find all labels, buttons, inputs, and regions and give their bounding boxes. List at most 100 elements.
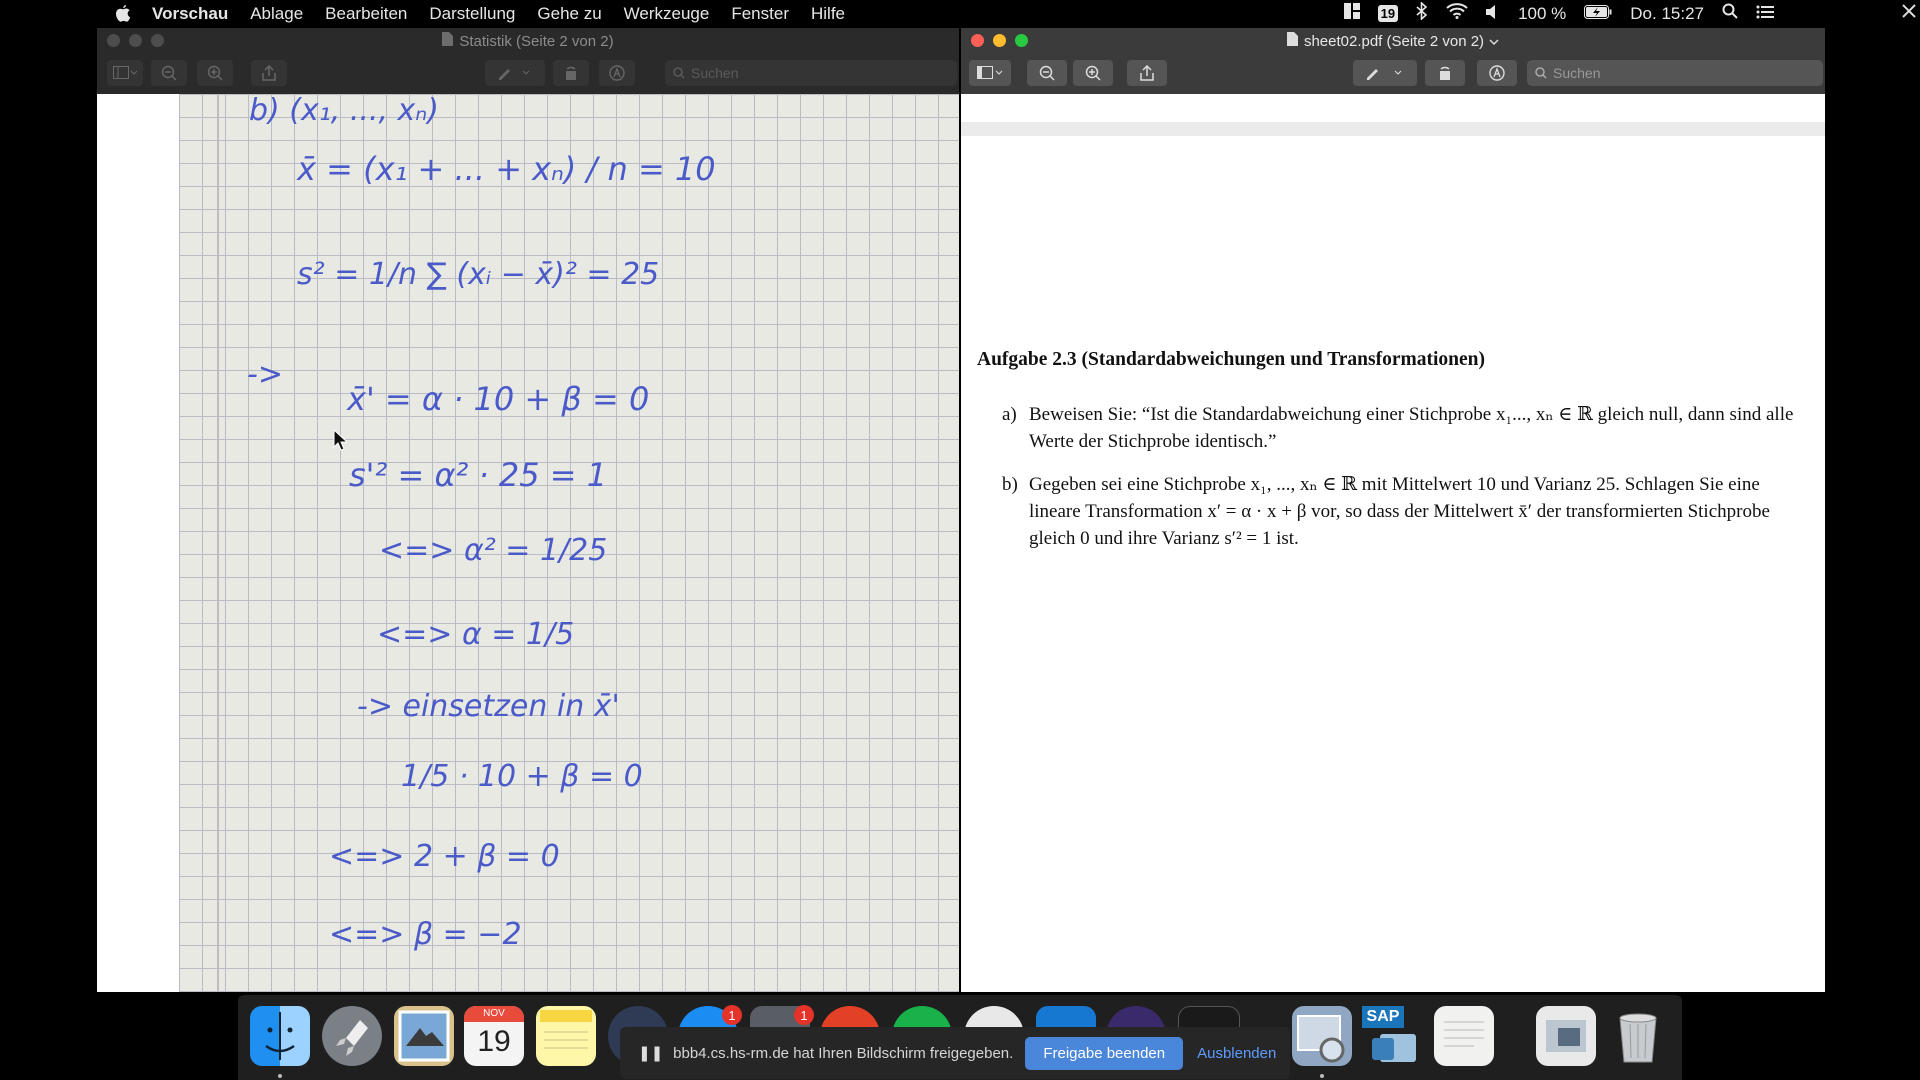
- share-button[interactable]: [1127, 60, 1167, 86]
- menu-ablage[interactable]: Ablage: [239, 4, 314, 24]
- window-title[interactable]: sheet02.pdf (Seite 2 von 2): [1304, 33, 1484, 50]
- part-text: Gegeben sei eine Stichprobe x₁, ..., xₙ …: [1029, 474, 1770, 549]
- search-icon: [673, 67, 685, 79]
- hw-line-9: -> einsetzen in x̄': [357, 689, 620, 724]
- calendar-day: 19: [477, 1025, 511, 1058]
- task-part-a: a) Beweisen Sie: “Ist die Standardabweic…: [1002, 401, 1797, 455]
- wifi-icon[interactable]: [1446, 3, 1468, 24]
- menu-app-name[interactable]: Vorschau: [141, 4, 239, 24]
- hw-line-6: s'² = α² · 25 = 1: [349, 456, 607, 494]
- handwritten-solution: b) (x₁, ..., xₙ) x̄ = (x₁ + ... + xₙ) / …: [247, 94, 716, 952]
- hw-line-4: ->: [247, 357, 283, 392]
- menu-werkzeuge[interactable]: Werkzeuge: [613, 4, 721, 24]
- notification-center-icon[interactable]: [1756, 4, 1774, 24]
- pdf-document-icon: [1286, 32, 1298, 50]
- hw-line-11: <=> 2 + β = 0: [329, 839, 560, 874]
- part-text: Beweisen Sie: “Ist die Standardabweichun…: [1029, 404, 1794, 452]
- document-view[interactable]: b) (x₁, ..., xₙ) x̄ = (x₁ + ... + xₙ) / …: [97, 94, 959, 992]
- task-part-b: b) Gegeben sei eine Stichprobe x₁, ..., …: [1002, 471, 1797, 552]
- image-viewer-icon[interactable]: [1292, 1006, 1352, 1066]
- part-label: a): [1002, 404, 1017, 425]
- apple-menu-icon[interactable]: [105, 4, 141, 23]
- calendar-month: NOV: [464, 1006, 524, 1022]
- minimize-button[interactable]: [993, 34, 1006, 47]
- spotlight-search-icon[interactable]: [1722, 3, 1738, 24]
- search-placeholder: Suchen: [1553, 65, 1601, 81]
- hw-line-7: <=> α² = 1/25: [379, 533, 607, 568]
- hw-line-8: <=> α = 1/5: [377, 617, 574, 652]
- sidebar-toggle-button[interactable]: [969, 60, 1011, 86]
- chevron-down-icon[interactable]: [1489, 33, 1499, 50]
- zoom-out-button[interactable]: [1027, 60, 1067, 86]
- zoom-in-button[interactable]: [1073, 60, 1113, 86]
- markup-toolbar-button[interactable]: [599, 60, 635, 86]
- rotate-button[interactable]: [553, 60, 589, 86]
- hw-line-12: <=> β = −2: [329, 917, 522, 952]
- search-placeholder: Suchen: [691, 65, 739, 81]
- pause-icon[interactable]: ❚❚: [638, 1044, 663, 1062]
- notes-icon[interactable]: [536, 1006, 596, 1066]
- downloads-stack-icon[interactable]: [1536, 1006, 1596, 1066]
- battery-percentage[interactable]: 100 %: [1518, 4, 1566, 24]
- close-button[interactable]: [971, 34, 984, 47]
- finder-icon[interactable]: [250, 1006, 310, 1066]
- menu-hilfe[interactable]: Hilfe: [800, 4, 856, 24]
- document-icon: [442, 32, 454, 50]
- search-icon: [1535, 67, 1547, 79]
- preview-window-statistik: Statistik (Seite 2 von 2) Suchen b) (x₁,…: [97, 28, 959, 992]
- markup-toolbar-button[interactable]: [1477, 60, 1517, 86]
- battery-charging-icon[interactable]: [1584, 4, 1612, 24]
- preview-window-sheet02: sheet02.pdf (Seite 2 von 2) Suchen Aufga…: [961, 28, 1825, 992]
- hw-line-3: s² = 1/n ∑ (xᵢ − x̄)² = 25: [297, 257, 659, 292]
- markup-pen-button[interactable]: [1353, 60, 1417, 86]
- zoom-button[interactable]: [151, 34, 164, 47]
- bluetooth-icon[interactable]: [1416, 1, 1428, 25]
- minimize-button[interactable]: [129, 34, 142, 47]
- mail-badge: 1: [722, 1005, 742, 1025]
- screen-share-banner: ❚❚ bbb4.cs.hs-rm.de hat Ihren Bildschirm…: [620, 1027, 1290, 1079]
- app-badge: 1: [794, 1005, 814, 1025]
- page-separator: [961, 122, 1825, 136]
- calendar-status-badge[interactable]: 19: [1377, 5, 1399, 22]
- rotate-button[interactable]: [1425, 60, 1465, 86]
- stop-sharing-button[interactable]: Freigabe beenden: [1025, 1036, 1184, 1070]
- menu-fenster[interactable]: Fenster: [720, 4, 800, 24]
- hide-banner-button[interactable]: Ausblenden: [1197, 1045, 1276, 1062]
- search-field[interactable]: Suchen: [1527, 60, 1823, 86]
- calendar-icon[interactable]: NOV 19: [464, 1006, 524, 1066]
- task-title: Aufgabe 2.3 (Standardabweichungen und Tr…: [977, 349, 1485, 370]
- launchpad-rocket-icon[interactable]: [322, 1006, 382, 1066]
- hw-line-1: b) (x₁, ..., xₙ): [249, 94, 439, 128]
- part-label: b): [1002, 474, 1018, 495]
- pdf-page-content: Aufgabe 2.3 (Standardabweichungen und Tr…: [977, 349, 1797, 568]
- trash-icon[interactable]: [1608, 1006, 1668, 1066]
- close-button[interactable]: [107, 34, 120, 47]
- menu-darstellung[interactable]: Darstellung: [418, 4, 526, 24]
- titlebar: sheet02.pdf (Seite 2 von 2) Suchen: [961, 28, 1825, 94]
- menu-bar: Vorschau Ablage Bearbeiten Darstellung G…: [97, 0, 1780, 27]
- zoom-out-button[interactable]: [151, 60, 187, 86]
- markup-pen-button[interactable]: [485, 60, 545, 86]
- preview-eagle-icon[interactable]: [394, 1006, 454, 1066]
- sap-logo-text: SAP: [1362, 1006, 1404, 1028]
- hw-line-5: x̄' = α · 10 + β = 0: [346, 380, 649, 418]
- close-screen-share-icon[interactable]: [1902, 4, 1916, 23]
- menu-clock[interactable]: Do. 15:27: [1630, 4, 1704, 24]
- window-title: Statistik (Seite 2 von 2): [459, 32, 614, 50]
- share-message: bbb4.cs.hs-rm.de hat Ihren Bildschirm fr…: [673, 1044, 1014, 1062]
- handwritten-notes-page: b) (x₁, ..., xₙ) x̄ = (x₁ + ... + xₙ) / …: [179, 94, 959, 992]
- zoom-in-button[interactable]: [197, 60, 233, 86]
- sidebar-toggle-button[interactable]: [107, 60, 143, 86]
- mouse-pointer-icon: [333, 428, 349, 456]
- volume-icon[interactable]: [1486, 4, 1500, 24]
- search-field[interactable]: Suchen: [665, 60, 957, 86]
- sap-app-icon[interactable]: SAP: [1362, 1006, 1422, 1066]
- share-button[interactable]: [251, 60, 287, 86]
- hw-line-2: x̄ = (x₁ + ... + xₙ) / n = 10: [296, 150, 716, 188]
- menu-gehe-zu[interactable]: Gehe zu: [526, 4, 612, 24]
- pdf-view[interactable]: Aufgabe 2.3 (Standardabweichungen und Tr…: [961, 94, 1825, 992]
- menu-bearbeiten[interactable]: Bearbeiten: [314, 4, 418, 24]
- textedit-icon[interactable]: [1434, 1006, 1494, 1066]
- zoom-button[interactable]: [1015, 34, 1028, 47]
- window-tiling-icon[interactable]: [1343, 3, 1360, 24]
